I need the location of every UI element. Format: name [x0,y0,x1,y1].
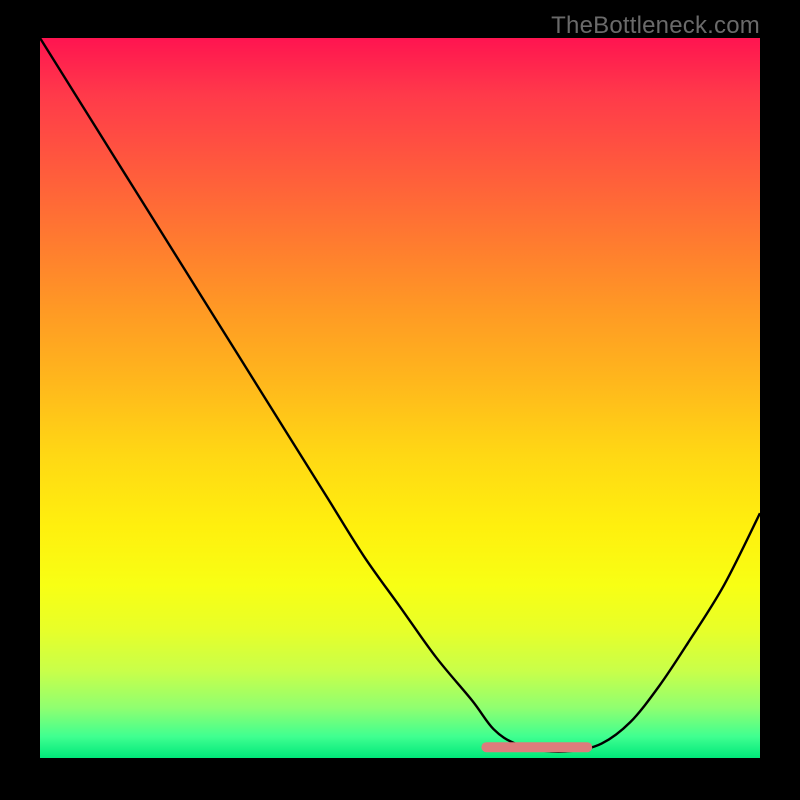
bottleneck-curve [40,38,760,752]
plot-area [40,38,760,758]
watermark-text: TheBottleneck.com [551,12,760,40]
chart-container: TheBottleneck.com [0,0,800,800]
curve-svg [40,38,760,758]
